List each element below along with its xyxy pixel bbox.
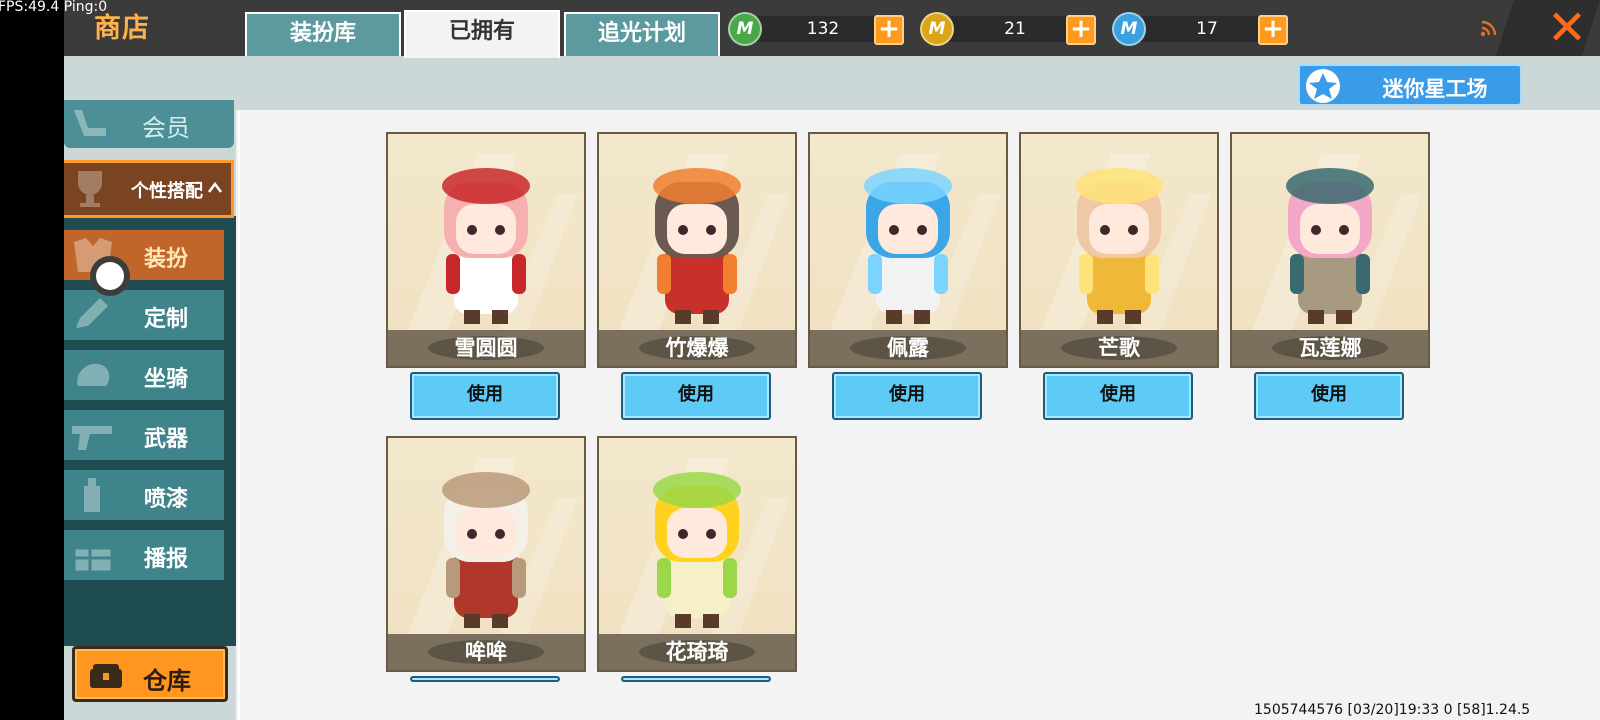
outfit-preview-image — [408, 154, 578, 330]
star-icon — [1306, 69, 1340, 103]
add-currency-button[interactable]: + — [1258, 15, 1288, 45]
sidebar-item-label: 坐骑 — [143, 367, 188, 392]
outfit-name: 哞哞 — [465, 640, 507, 664]
m-coin-gold-icon: M — [920, 12, 954, 46]
gift-icon — [72, 546, 114, 574]
use-outfit-button[interactable]: 使用 — [1254, 372, 1404, 420]
chest-icon — [90, 664, 122, 688]
tab-chase-light[interactable]: 追光计划 — [564, 12, 720, 56]
sidebar-item-custom[interactable]: 定制 — [64, 290, 224, 340]
outfit-card[interactable]: 佩露 — [808, 132, 1008, 368]
warehouse-button[interactable]: 仓库 — [72, 646, 228, 702]
mini-workshop-label: 迷你星工场 — [1382, 77, 1488, 101]
sidebar-item-member[interactable]: 会员 — [64, 100, 234, 148]
add-currency-button[interactable]: + — [874, 15, 904, 45]
currency-mini-coin: M 21 + — [920, 12, 1110, 46]
outfit-name: 竹爆爆 — [665, 336, 729, 360]
outfit-preview-image — [408, 458, 578, 634]
mount-icon — [77, 363, 110, 386]
build-info: 1505744576 [03/20]19:33 0 [58]1.24.5 — [1254, 702, 1531, 718]
spray-can-icon — [84, 478, 100, 512]
outfit-name: 雪圆圆 — [454, 336, 518, 360]
outfit-card[interactable]: 雪圆圆 — [386, 132, 586, 368]
sidebar-group-label: 个性搭配 — [131, 181, 203, 202]
sidebar-item-broadcast[interactable]: 播报 — [64, 530, 224, 580]
trophy-icon — [78, 171, 102, 207]
warehouse-label: 仓库 — [143, 667, 191, 695]
m-coin-green-icon: M — [728, 12, 762, 46]
add-currency-button[interactable]: + — [1066, 15, 1096, 45]
sidebar-item-spray[interactable]: 喷漆 — [64, 470, 224, 520]
outfit-preview-image — [830, 154, 1000, 330]
tab-owned[interactable]: 已拥有 — [404, 10, 560, 58]
gun-icon — [72, 426, 112, 450]
sidebar-item-mount[interactable]: 坐骑 — [64, 350, 224, 400]
outfit-card[interactable]: 花琦琦 — [597, 436, 797, 672]
outfit-name: 芒歌 — [1098, 336, 1140, 360]
sidebar-item-label: 定制 — [143, 307, 188, 332]
use-outfit-button[interactable]: 使用 — [410, 372, 560, 420]
use-outfit-button[interactable]: 使用 — [832, 372, 982, 420]
outfit-name: 瓦莲娜 — [1298, 336, 1362, 360]
sidebar: 会员 个性搭配 装扮 定制 坐骑 武器 喷漆 播报 仓库 — [64, 56, 236, 720]
sidebar-item-weapon[interactable]: 武器 — [64, 410, 224, 460]
currency-amount: 21 — [1004, 19, 1026, 39]
tab-outfit-library[interactable]: 装扮库 — [245, 12, 401, 56]
sidebar-item-outfit[interactable]: 装扮 — [64, 230, 224, 280]
fps-counter: FPS:49.4 Ping:0 — [0, 0, 108, 15]
shop-screen: 商店 M 132 + M 21 + M 17 + ✕ 会员 个性搭配 装扮 定制… — [64, 0, 1600, 720]
currency-mini-bean: M 132 + — [728, 12, 918, 46]
outfit-preview-image — [1041, 154, 1211, 330]
outfit-card[interactable]: 竹爆爆 — [597, 132, 797, 368]
outfit-card[interactable]: 哞哞 — [386, 436, 586, 672]
use-outfit-button[interactable] — [410, 676, 560, 682]
sidebar-item-label: 播报 — [143, 547, 188, 572]
sidebar-item-label: 武器 — [143, 427, 188, 452]
mini-workshop-button[interactable]: 迷你星工场 — [1298, 64, 1522, 106]
outfit-name: 花琦琦 — [665, 640, 729, 664]
outfit-name: 佩露 — [887, 336, 929, 360]
use-outfit-button[interactable]: 使用 — [621, 372, 771, 420]
sidebar-item-label: 喷漆 — [143, 487, 188, 512]
use-outfit-button[interactable] — [621, 676, 771, 682]
m-coin-blue-icon: M — [1112, 12, 1146, 46]
currency-amount: 17 — [1196, 19, 1218, 39]
currency-amount: 132 — [806, 19, 840, 39]
touch-indicator — [90, 256, 130, 296]
close-button[interactable]: ✕ — [1542, 4, 1592, 52]
outfit-card[interactable]: 瓦莲娜 — [1230, 132, 1430, 368]
use-outfit-button[interactable]: 使用 — [1043, 372, 1193, 420]
chevron-up-icon — [208, 181, 222, 193]
sidebar-item-label: 装扮 — [143, 247, 188, 272]
outfit-preview-image — [1252, 154, 1422, 330]
outfit-preview-image — [619, 154, 789, 330]
outfit-card[interactable]: 芒歌 — [1019, 132, 1219, 368]
signal-icon[interactable] — [1479, 18, 1499, 38]
outfit-preview-image — [619, 458, 789, 634]
currency-mini-point: M 17 + — [1112, 12, 1302, 46]
sidebar-group-outfit[interactable]: 个性搭配 — [64, 160, 234, 218]
pencil-icon — [76, 298, 108, 328]
